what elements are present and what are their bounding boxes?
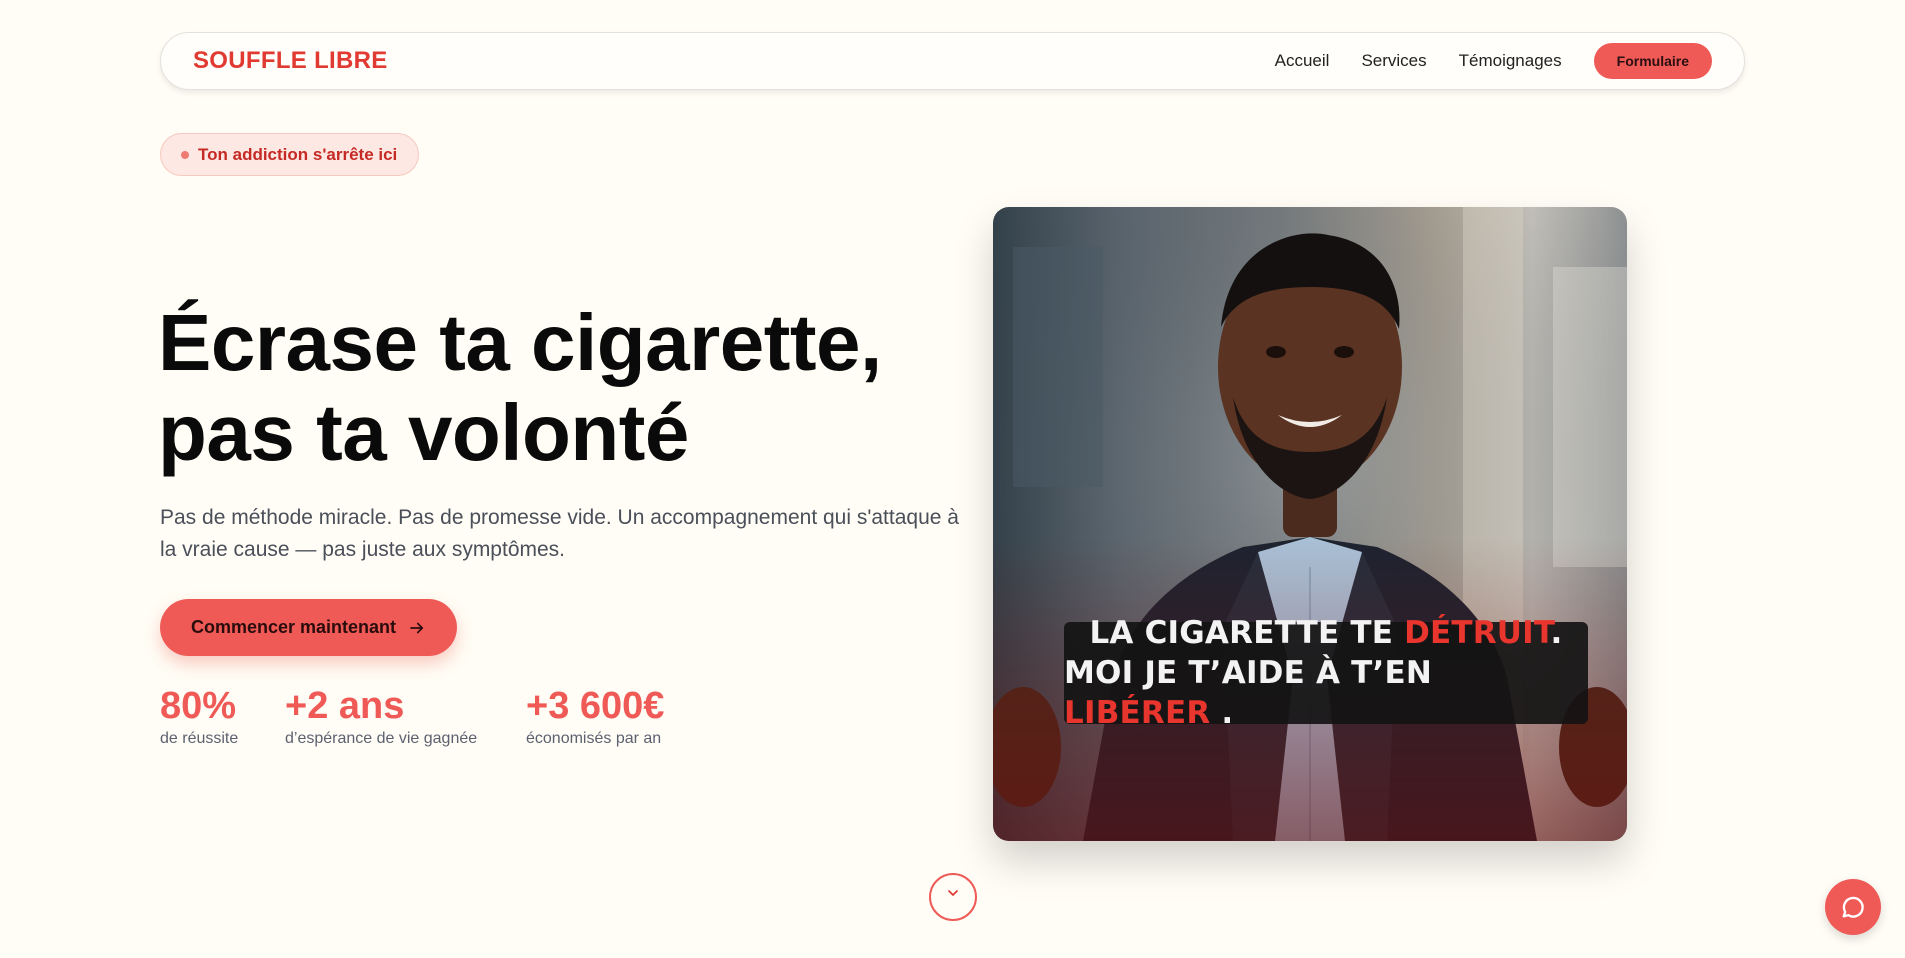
scroll-down-button[interactable] [929, 873, 977, 921]
hero-video[interactable]: LA CIGARETTE TE DÉTRUIT. MOI JE T’AIDE À… [993, 207, 1627, 841]
stat-value: 80% [160, 685, 237, 727]
hero-headline: Écrase ta cigarette, pas ta volonté [158, 298, 978, 478]
stat-label: économisés par an [526, 730, 662, 747]
brand-logo[interactable]: SOUFFLE LIBRE [193, 47, 388, 75]
start-now-label: Commencer maintenant [190, 617, 397, 637]
start-now-button[interactable]: Commencer maintenant [160, 599, 457, 656]
stat-value: +3 600€ [526, 685, 665, 727]
nav-links: Accueil Services Témoignages Formulaire [1275, 43, 1712, 79]
hero-subtitle: Pas de méthode miracle. Pas de promesse … [160, 506, 959, 561]
stat-value: +2 ans [285, 685, 405, 727]
caption-text: . [1550, 615, 1563, 651]
chevron-down-icon [948, 890, 958, 896]
formulaire-button[interactable]: Formulaire [1593, 43, 1712, 79]
stat-label: d’espérance de vie gagnée [285, 730, 478, 747]
stat-label: de réussite [160, 730, 239, 747]
video-caption: LA CIGARETTE TE DÉTRUIT. MOI JE T’AIDE À… [1064, 615, 1588, 731]
caption-text: MOI JE T’AIDE À T’EN [1064, 655, 1433, 691]
badge-dot-icon [181, 150, 189, 159]
nav-link-temoignages[interactable]: Témoignages [1459, 51, 1562, 71]
caption-text: . [1210, 695, 1234, 731]
badge-label: Ton addiction s'arrête ici [198, 144, 398, 164]
caption-line-2: MOI JE T’AIDE À T’EN LIBÉRER . [1064, 653, 1588, 733]
stat-life-expectancy: +2 ans d’espérance de vie gagnée [285, 684, 526, 748]
chat-bubble-icon [1842, 896, 1864, 918]
caption-text: LA CIGARETTE TE [1089, 615, 1405, 651]
headline-line-2: pas ta volonté [158, 388, 689, 477]
top-navbar: SOUFFLE LIBRE Accueil Services Témoignag… [160, 32, 1745, 90]
caption-line-1: LA CIGARETTE TE DÉTRUIT. [1089, 613, 1562, 653]
caption-highlight: DÉTRUIT [1404, 615, 1551, 651]
arrow-right-icon [410, 622, 424, 633]
hero-badge: Ton addiction s'arrête ici [160, 133, 420, 176]
chat-button[interactable] [1825, 879, 1881, 935]
stat-success: 80% de réussite [160, 684, 285, 748]
caption-highlight: LIBÉRER [1064, 695, 1211, 731]
landing-page: SOUFFLE LIBRE Accueil Services Témoignag… [0, 0, 1905, 958]
headline-line-1: Écrase ta cigarette, [158, 298, 882, 387]
nav-link-accueil[interactable]: Accueil [1275, 51, 1330, 71]
nav-link-services[interactable]: Services [1361, 51, 1426, 71]
presenter-illustration [993, 207, 1627, 841]
stats-row: 80% de réussite +2 ans d’espérance de vi… [160, 684, 664, 748]
stat-savings: +3 600€ économisés par an [526, 684, 664, 748]
